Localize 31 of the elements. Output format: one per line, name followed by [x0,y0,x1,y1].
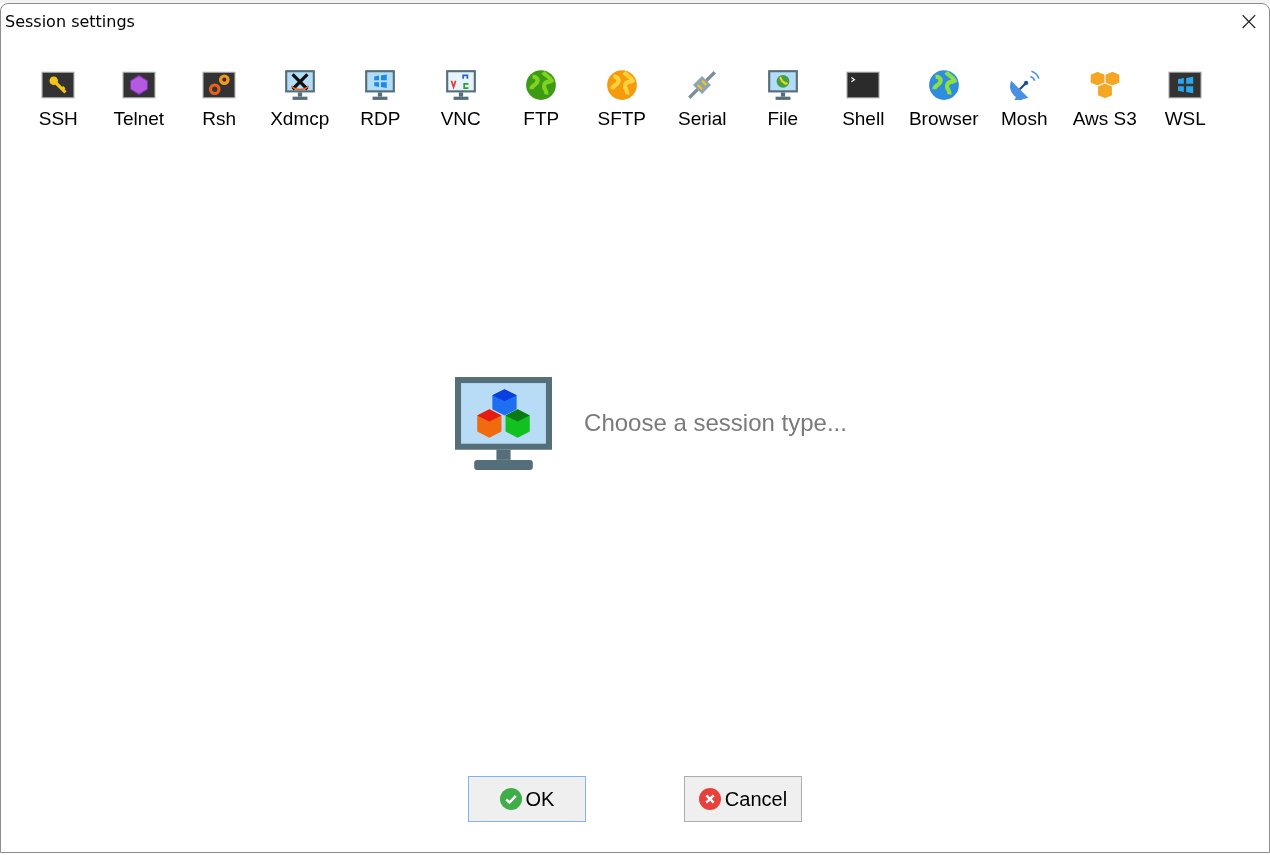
cancel-button[interactable]: Cancel [684,776,802,822]
session-type-button[interactable]: File [742,68,823,130]
ok-button[interactable]: OK [468,776,586,822]
globe-monitor-icon [765,68,800,102]
session-type-button[interactable]: Serial [662,68,743,130]
session-type-button[interactable]: WSL [1145,68,1226,130]
globe-icon [926,68,961,102]
session-type-button[interactable]: Aws S3 [1064,68,1145,130]
globe-icon [604,68,639,102]
session-type-button[interactable]: Xdmcp [259,68,340,130]
x-monitor-icon [282,68,317,102]
session-type-button[interactable]: Browser [903,68,984,130]
satellite-dish-icon [1007,68,1042,102]
session-type-button[interactable]: Telnet [98,68,179,130]
session-type-button[interactable]: Shell [823,68,904,130]
close-button[interactable]: × [1229,4,1269,38]
check-icon [499,788,522,810]
session-type-button[interactable]: SSH [18,68,99,130]
globe-icon [524,68,559,102]
session-type-button[interactable]: Rsh [179,68,260,130]
session-type-button[interactable]: Mosh [984,68,1065,130]
session-type-button[interactable]: SFTP [581,68,662,130]
monitor-cubes-icon [455,376,553,470]
close-icon [698,788,721,810]
session-type-button[interactable]: RDP [340,68,421,130]
prompt-text: Choose a session type... [584,409,847,437]
session-type-button[interactable]: VNC [420,68,501,130]
windows-monitor-icon [363,68,398,102]
session-type-button[interactable]: FTP [501,68,582,130]
vnc-monitor-icon [443,68,478,102]
window-title: Session settings [5,11,135,31]
